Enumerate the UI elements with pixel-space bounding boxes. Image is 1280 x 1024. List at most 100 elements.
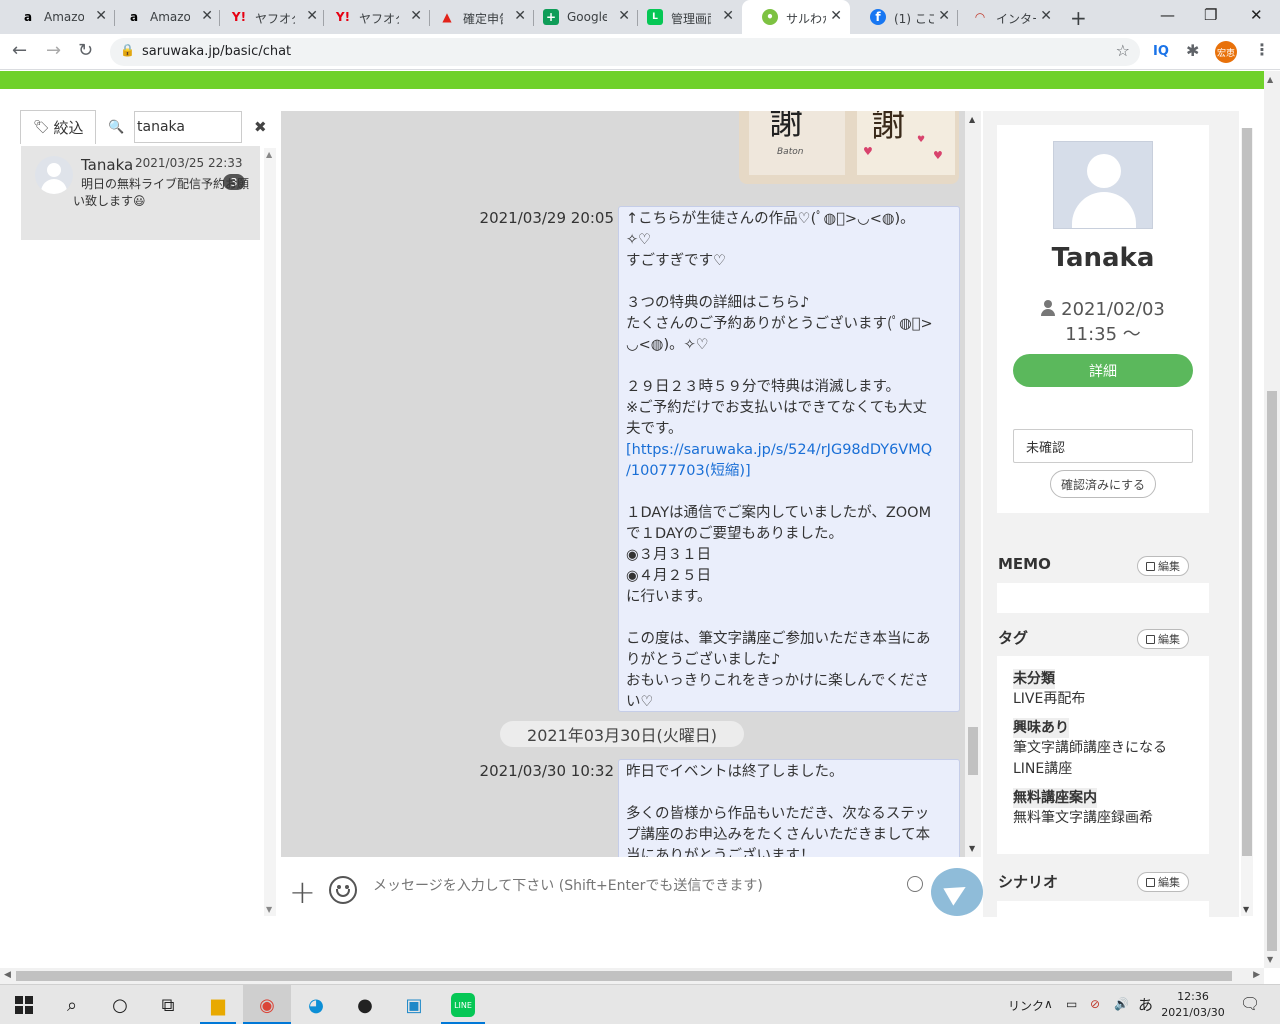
message-line — [626, 482, 953, 503]
minimize-icon[interactable]: — — [1160, 6, 1175, 24]
address-bar[interactable]: 🔒 saruwaka.jp/basic/chat ☆ — [110, 38, 1140, 66]
site-header-bar — [0, 71, 1264, 89]
status-select[interactable]: 未確認 — [1013, 429, 1193, 463]
file-explorer-icon[interactable]: ▆ — [206, 993, 230, 1017]
cortana-icon[interactable]: ○ — [108, 993, 132, 1017]
calligraphy-char: 謝 — [769, 111, 803, 143]
app-icon[interactable]: ● — [353, 993, 377, 1017]
browser-tab[interactable]: L 管理画面 ✕ — [627, 0, 742, 34]
ime-mode[interactable]: あ — [1138, 994, 1153, 1015]
user-list-item[interactable]: Tanaka 2021/03/25 22:33 3 明日の無料ライブ配信予約お願… — [21, 146, 260, 240]
close-tab-icon[interactable]: ✕ — [938, 8, 950, 24]
yahoo-icon: Y! — [231, 10, 247, 24]
extensions-puzzle-icon[interactable]: ✱ — [1186, 41, 1199, 60]
clear-search-icon[interactable]: ✖ — [254, 118, 267, 136]
tag-item: LINE講座 — [1013, 761, 1073, 777]
page-scrollbar[interactable]: ▲ ▼ — [1264, 71, 1280, 968]
line-app-icon[interactable]: LINE — [451, 993, 475, 1017]
person-icon — [1041, 300, 1056, 316]
photos-icon[interactable]: ▣ — [402, 993, 426, 1017]
avatar — [35, 156, 73, 194]
attach-plus-icon[interactable]: + — [289, 873, 316, 911]
task-view-icon[interactable]: ⧉ — [156, 993, 180, 1017]
amazon-icon: a — [23, 10, 33, 24]
image-message[interactable]: 謝 Baton 謝 ♥ ♥ ♥ — [739, 111, 959, 184]
volume-icon[interactable]: 🔊 — [1114, 997, 1129, 1011]
taskbar-clock[interactable]: 12:36 2021/03/30 — [1158, 989, 1228, 1021]
message-line: ◉４月２５日 — [626, 568, 712, 584]
reload-icon[interactable]: ↻ — [78, 40, 93, 61]
send-button[interactable] — [931, 868, 983, 916]
notification-disabled-icon[interactable]: ⊘ — [1090, 997, 1100, 1011]
message-line: 昨日でイベントは終了しました。 — [626, 764, 844, 780]
close-tab-icon[interactable]: ✕ — [830, 8, 842, 24]
back-icon[interactable]: ← — [12, 40, 27, 61]
message-line: １DAYは通信でご案内していましたが、ZOOM — [626, 505, 932, 521]
google-sheets-icon: + — [543, 9, 559, 25]
line-icon: L — [647, 9, 663, 25]
profile-avatar[interactable]: 宏恵 — [1215, 41, 1237, 63]
message-line — [626, 356, 953, 377]
tag-item: 無料筆文字講座録画希 — [1013, 810, 1153, 826]
edit-memo-button[interactable]: 編集 — [1137, 556, 1189, 576]
close-tab-icon[interactable]: ✕ — [722, 8, 734, 24]
browser-tab[interactable]: Y! ヤフオク! ✕ — [211, 0, 326, 34]
search-icon: 🔍 — [108, 120, 125, 135]
pdf-icon: ▲ — [442, 10, 452, 24]
message-line: 夫です。 — [626, 421, 683, 437]
user-search-input[interactable] — [134, 111, 242, 143]
close-window-icon[interactable]: ✕ — [1250, 6, 1263, 24]
edit-tag-button[interactable]: 編集 — [1137, 629, 1189, 649]
forward-icon[interactable]: → — [46, 40, 61, 61]
browser-tab-active[interactable]: • サルわか ✕ — [742, 0, 850, 34]
memo-box[interactable] — [997, 583, 1209, 613]
action-center-icon[interactable]: 🗨 — [1240, 994, 1260, 1013]
browser-tab[interactable]: ▲ 確定申告 ✕ — [419, 0, 534, 34]
user-name: Tanaka — [81, 156, 134, 174]
message-input[interactable] — [373, 871, 903, 901]
bookmark-star-icon[interactable]: ☆ — [1116, 41, 1130, 60]
mark-confirmed-button[interactable]: 確認済みにする — [1050, 470, 1156, 498]
message-timestamp: 2021/03/29 20:05 — [479, 209, 614, 227]
edge-icon[interactable]: ◕ — [304, 993, 328, 1017]
edit-scenario-button[interactable]: 編集 — [1137, 872, 1189, 892]
iq-extension-icon[interactable]: IQ — [1153, 44, 1169, 59]
browser-menu-icon[interactable]: ⋮ — [1254, 40, 1270, 59]
new-tab-icon[interactable]: + — [1070, 6, 1087, 30]
network-icon[interactable]: ▭ — [1066, 997, 1077, 1011]
emoji-icon[interactable] — [907, 876, 923, 892]
send-arrow-icon — [943, 878, 971, 906]
browser-tab[interactable]: + Google ✕ — [523, 0, 638, 34]
message-line: ２９日２３時５９分で特典は消滅します。 — [626, 379, 901, 395]
search-icon[interactable]: ⌕ — [60, 993, 84, 1017]
tray-chevron-icon[interactable]: ∧ — [1044, 997, 1053, 1011]
message-link[interactable]: [https://saruwaka.jp/s/524/rJG98dDY6VMQ — [626, 440, 953, 461]
lock-icon: 🔒 — [120, 43, 135, 57]
internet-icon: ◠ — [975, 10, 985, 24]
chrome-icon[interactable]: ◉ — [255, 993, 279, 1017]
windows-start-icon[interactable] — [12, 993, 36, 1017]
browser-tab[interactable]: a Amazon ✕ — [106, 0, 221, 34]
scenario-box[interactable] — [997, 901, 1209, 917]
chat-history[interactable]: 謝 Baton 謝 ♥ ♥ ♥ 2021/03/29 20:05 ↑こちらが生徒… — [281, 111, 965, 857]
browser-tab[interactable]: f (1) ここ ✕ — [850, 0, 958, 34]
user-list-scrollbar[interactable]: ▲ ▼ — [264, 148, 276, 916]
browser-tab[interactable]: Y! ヤフオク! ✕ — [315, 0, 430, 34]
page-horizontal-scrollbar[interactable]: ◀ ▶ — [0, 968, 1264, 984]
message-bubble: 昨日でイベントは終了しました。 多くの皆様から作品もいただき、次なるステッ プ講座の… — [618, 759, 960, 857]
close-tab-icon[interactable]: ✕ — [1040, 8, 1052, 24]
chat-scrollbar[interactable]: ▲ ▼ — [965, 111, 981, 857]
browser-toolbar: ← → ↻ 🔒 saruwaka.jp/basic/chat ☆ IQ ✱ 宏恵… — [0, 34, 1280, 70]
profile-scrollbar[interactable]: ▼ — [1241, 128, 1253, 916]
browser-tab[interactable]: a Amazon ✕ — [0, 0, 115, 34]
sticker-emoji-icon[interactable] — [329, 876, 357, 904]
message-link[interactable]: /10077703(短縮)] — [626, 461, 953, 482]
message-line: ↑こちらが生徒さんの作品♡(ﾟ◍ﾟ>◡<◍)。 — [626, 211, 915, 227]
tag-title: タグ — [998, 629, 1029, 647]
detail-button[interactable]: 詳細 — [1013, 354, 1193, 387]
browser-tab[interactable]: ◠ インター ✕ — [952, 0, 1060, 34]
tag-category: 無料講座案内 — [1013, 788, 1097, 808]
maximize-icon[interactable]: ❐ — [1204, 6, 1217, 24]
message-line: すごすぎです♡ — [626, 253, 727, 269]
filter-button[interactable]: 🏷 絞込 — [20, 110, 96, 144]
